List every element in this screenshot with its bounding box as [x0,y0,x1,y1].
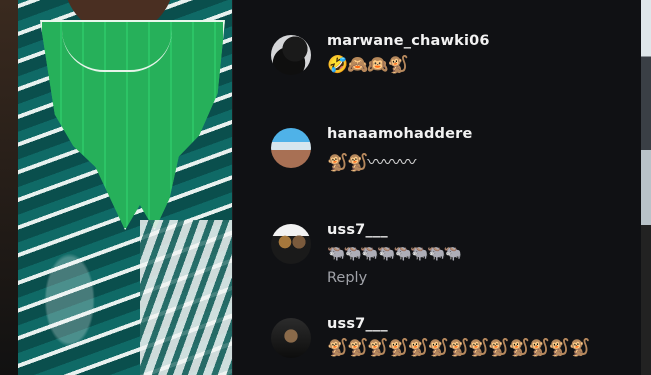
background-photo-left [0,0,232,375]
comment-text: 🐃🐃🐃🐃🐃🐃🐃🐃 [327,244,462,262]
comment-username[interactable]: uss7___ [327,222,460,238]
comment-text: 🤣🙈🙉🐒 [327,55,409,75]
comment-text: 🐒🐒🐒🐒🐒🐒🐒🐒🐒🐒🐒🐒🐒 [327,338,590,358]
reply-button[interactable]: Reply [327,270,460,286]
photo-shadow [0,0,18,375]
photo-dress-stripes [140,220,232,375]
avatar[interactable] [271,128,311,168]
comment-content: uss7___ 🐒🐒🐒🐒🐒🐒🐒🐒🐒🐒🐒🐒🐒 [327,316,590,358]
background-photo-right [640,0,651,375]
comment-username[interactable]: hanaamohaddere [327,126,473,142]
comment-content: hanaamohaddere 🐒🐒〰〰〰 [327,126,473,173]
comment-content: marwane_chawki06 🤣🙈🙉🐒 [327,33,490,75]
avatar[interactable] [271,35,311,75]
comment-username[interactable]: marwane_chawki06 [327,33,490,49]
comment-text: 🐒🐒〰〰〰 [327,153,416,173]
avatar[interactable] [271,224,311,264]
comments-panel: marwane_chawki06 🤣🙈🙉🐒 hanaamohaddere 🐒🐒〰… [232,0,641,375]
avatar[interactable] [271,318,311,358]
comment-username[interactable]: uss7___ [327,316,589,332]
comment-content: uss7___ 🐃🐃🐃🐃🐃🐃🐃🐃 Reply [327,222,462,286]
